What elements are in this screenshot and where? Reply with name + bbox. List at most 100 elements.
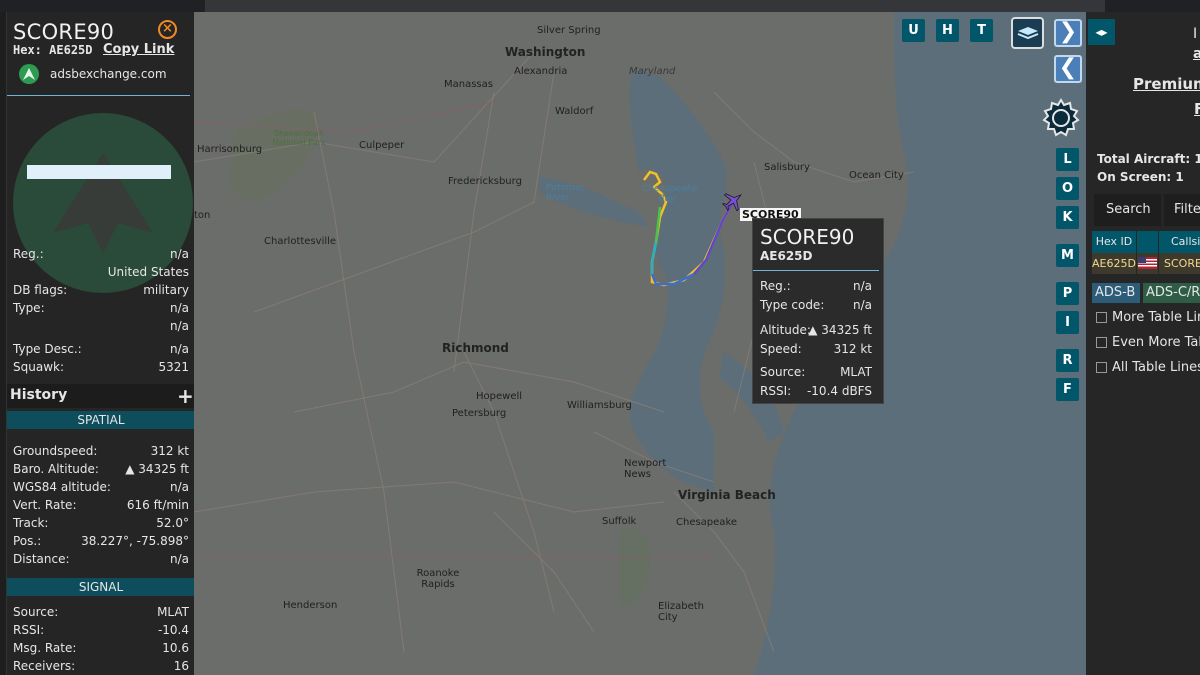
layers-button[interactable]	[1011, 17, 1044, 49]
tooltip-divider	[753, 270, 879, 271]
tooltip-callsign: SCORE90	[760, 225, 855, 249]
squawk-row: Squawk: 5321	[13, 360, 189, 374]
divider	[7, 95, 190, 96]
table-cell-callsign[interactable]: SCORE	[1159, 253, 1200, 274]
map-label-roanoke-rapids: Roanoke Rapids	[416, 568, 460, 590]
map-label-harrisonburg: Harrisonburg	[197, 144, 263, 155]
map-label-maryland: Maryland	[629, 66, 676, 77]
checkbox-box[interactable]	[1096, 337, 1107, 348]
map-label-waldorf: Waldorf	[555, 106, 594, 117]
aircraft-callsign: SCORE90	[13, 20, 115, 44]
map-button-t[interactable]: T	[970, 19, 993, 42]
adsb-filter-chip[interactable]: ADS-B	[1092, 283, 1140, 303]
map-button-i[interactable]: I	[1056, 311, 1079, 334]
column-header-callsign[interactable]: Callsig	[1159, 231, 1200, 253]
map-button-m[interactable]: M	[1056, 244, 1079, 267]
show-sidebar-button[interactable]: ❯	[1054, 19, 1082, 47]
browser-tab-strip	[0, 0, 1200, 12]
type-desc-row: Type Desc.: n/a	[13, 342, 189, 356]
column-header-flag[interactable]	[1137, 231, 1158, 253]
tooltip-row: RSSI: -10.4 dBFS	[760, 384, 872, 398]
signal-row: Source: MLAT	[13, 605, 189, 619]
premium-link-second-line[interactable]: F	[1194, 100, 1200, 118]
type-value: n/a	[169, 301, 189, 315]
sidebar-header-link[interactable]: a	[1193, 46, 1200, 62]
map-label-silver-spring: Silver Spring	[537, 25, 601, 36]
expand-plus-icon[interactable]: +	[177, 384, 194, 408]
tooltip-row: Reg.: n/a	[760, 279, 872, 293]
source-site-link[interactable]: adsbexchange.com	[50, 67, 167, 81]
map-label-washington: Washington	[505, 45, 586, 59]
search-tab[interactable]: Search	[1094, 194, 1161, 226]
on-screen-count: On Screen: 1	[1097, 170, 1184, 184]
map-button-h[interactable]: H	[936, 19, 959, 42]
map-label-fredericksburg: Fredericksburg	[448, 176, 522, 187]
map-button-l[interactable]: L	[1056, 148, 1079, 171]
us-flag-icon	[1137, 253, 1158, 274]
map-view[interactable]: Washington Alexandria Silver Spring Mary…	[194, 12, 1086, 675]
aircraft-info-panel: SCORE90 × Hex: AE625D Copy Link adsbexch…	[6, 12, 194, 675]
aircraft-tooltip: SCORE90 AE625D Reg.: n/a Type code: n/a Alti…	[752, 218, 884, 404]
map-label-shenandoah: Shenandoah National Park	[272, 129, 326, 147]
map-label-suffolk: Suffolk	[602, 516, 637, 527]
copy-link-button[interactable]: Copy Link	[103, 42, 174, 57]
spatial-row: Pos.: 38.227°, -75.898°	[13, 534, 189, 548]
close-icon[interactable]: ×	[158, 20, 177, 39]
hide-sidebar-button[interactable]: ❮	[1054, 55, 1082, 83]
map-label-elizabeth-city: Elizabeth City	[658, 601, 705, 623]
map-label-salisbury: Salisbury	[764, 162, 810, 173]
hex-code: Hex: AE625D	[13, 43, 93, 57]
map-button-p[interactable]: P	[1056, 282, 1079, 305]
map-label-newport-news: Newport News	[624, 458, 667, 480]
map-label-chesapeake-bay: Chesapeake Bay	[642, 184, 698, 204]
history-header[interactable]: History +	[7, 384, 194, 408]
map-button-r[interactable]: R	[1056, 349, 1079, 372]
spatial-row: Distance: n/a	[13, 552, 189, 566]
adsc-filter-chip[interactable]: ADS-C/R	[1143, 283, 1200, 303]
map-button-o[interactable]: O	[1056, 177, 1079, 200]
checkbox-box[interactable]	[1096, 312, 1107, 323]
tooltip-row: Altitude: ▲ 34325 ft	[760, 323, 872, 337]
premium-link[interactable]: Premium	[1133, 75, 1200, 93]
column-header-hex-id[interactable]: Hex ID	[1092, 231, 1136, 253]
map-label-potomac: Potomac River	[546, 183, 586, 203]
map-label-alexandria: Alexandria	[514, 66, 568, 77]
spatial-row: Baro. Altitude: ▲ 34325 ft	[13, 462, 189, 476]
tooltip-row: Type code: n/a	[760, 298, 872, 312]
total-aircraft-count: Total Aircraft: 124	[1097, 152, 1200, 166]
signal-row: RSSI: -10.4	[13, 623, 189, 637]
map-label-petersburg: Petersburg	[452, 408, 507, 419]
map-label-chesapeake: Chesapeake	[676, 517, 738, 528]
table-cell-hex[interactable]: AE625D	[1092, 253, 1136, 274]
filter-tab[interactable]: Filter	[1164, 194, 1200, 226]
history-title: History	[10, 387, 68, 403]
type-value-2: n/a	[169, 319, 189, 333]
signal-row: Msg. Rate: 10.6	[13, 641, 189, 655]
tooltip-row: Source: MLAT	[760, 365, 872, 379]
sidebar-header-text: I	[1193, 26, 1198, 42]
map-label-hopewell: Hopewell	[476, 391, 523, 402]
layers-icon	[1017, 27, 1039, 40]
db-flags-row: DB flags: military	[13, 283, 189, 297]
photo-banner	[27, 165, 171, 179]
map-label-virginia-beach: Virginia Beach	[678, 488, 776, 502]
browser-address-bar[interactable]	[205, 0, 1105, 12]
adsbexchange-logo-icon	[19, 64, 39, 84]
map-label-charlottesville: Charlottesville	[264, 236, 337, 247]
settings-gear-icon[interactable]	[1039, 96, 1083, 140]
map-label-henderson: Henderson	[283, 600, 338, 611]
map-label-culpeper: Culpeper	[359, 140, 405, 151]
map-button-k[interactable]: K	[1056, 206, 1079, 229]
spatial-row: Groundspeed: 312 kt	[13, 444, 189, 458]
aircraft-list-sidebar: ◂▸ I a Premium F Total Aircraft: 124 On …	[1086, 12, 1200, 675]
checkbox-box[interactable]	[1096, 362, 1107, 373]
map-button-u[interactable]: U	[902, 19, 925, 42]
map-button-f[interactable]: F	[1056, 378, 1079, 401]
signal-section-header: SIGNAL	[7, 578, 194, 596]
reg-row: Reg.: n/a	[13, 247, 189, 261]
map-label-williamsburg: Williamsburg	[567, 400, 632, 411]
country-row: United States	[107, 265, 189, 279]
spatial-row: WGS84 altitude: n/a	[13, 480, 189, 494]
map-label-ton: ton	[194, 210, 211, 221]
sidebar-toggle-button[interactable]: ◂▸	[1088, 19, 1115, 45]
